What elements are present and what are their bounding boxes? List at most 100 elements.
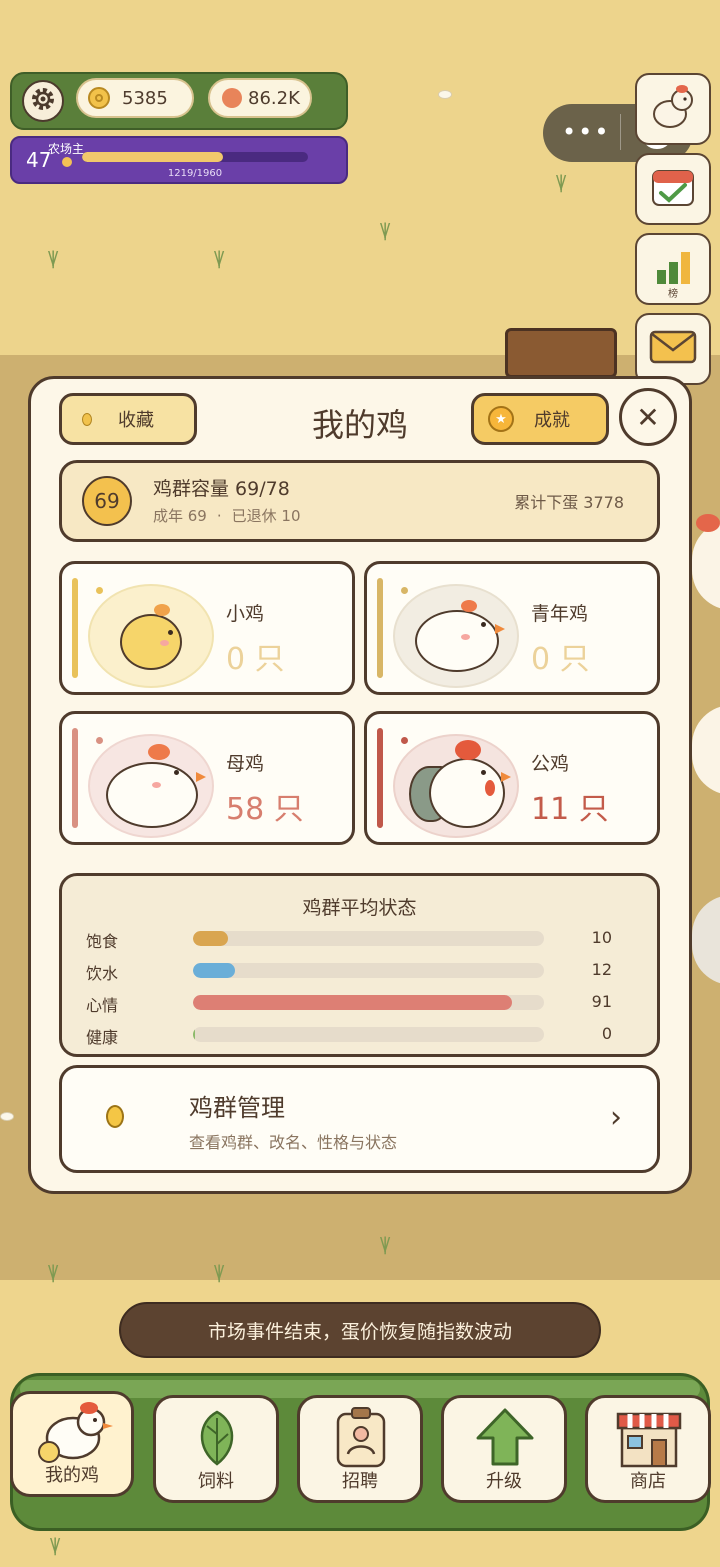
- type-name: 青年鸡: [531, 603, 589, 625]
- comb-icon: [148, 744, 170, 760]
- nav-shop[interactable]: 商店: [585, 1395, 711, 1503]
- nav-label: 升级: [486, 1471, 522, 1492]
- stat-label-water: 饮水: [86, 964, 119, 983]
- daily-checkin-button[interactable]: [635, 153, 711, 225]
- nav-label: 商店: [630, 1471, 666, 1492]
- chick-type-card[interactable]: 小鸡 0 只: [59, 561, 355, 695]
- stat-value-health: 0: [601, 1024, 612, 1043]
- pebble: [0, 1112, 14, 1121]
- stat-value-satiety: 10: [591, 928, 612, 947]
- management-title: 鸡群管理: [189, 1094, 285, 1122]
- coin-icon: [88, 87, 110, 109]
- favorites-button[interactable]: 收藏: [59, 393, 197, 445]
- hen-type-card[interactable]: 母鸡 58 只: [59, 711, 355, 845]
- health-bar: [193, 1027, 544, 1042]
- status-title: 鸡群平均状态: [302, 897, 417, 919]
- capacity-title: 鸡群容量 69/78: [153, 478, 290, 500]
- accent-dot: [401, 737, 408, 744]
- xp-text: 1219/1960: [167, 168, 223, 179]
- type-count: 58 只: [226, 792, 304, 827]
- capacity-breakdown: 成年 69 · 已退休 10: [153, 505, 301, 526]
- egg-amount: 86.2K: [248, 87, 300, 109]
- mail-button[interactable]: [635, 313, 711, 385]
- close-button[interactable]: ✕: [619, 388, 677, 446]
- capsule-divider: [620, 114, 621, 150]
- type-count: 0 只: [531, 642, 590, 677]
- beak-icon: [495, 624, 505, 634]
- leaderboard-button[interactable]: 榜: [635, 233, 711, 305]
- accent-dot: [96, 587, 103, 594]
- stat-label-satiety: 饱食: [86, 932, 119, 951]
- satiety-bar: [193, 931, 544, 946]
- grass-decoration: \|/: [380, 1234, 390, 1255]
- up-arrow-icon: [474, 1406, 536, 1472]
- stat-label-health: 健康: [86, 1028, 119, 1047]
- comb-icon: [461, 600, 477, 612]
- nav-upgrade[interactable]: 升级: [441, 1395, 567, 1503]
- young-chicken-portrait: [393, 584, 519, 688]
- flock-management-button[interactable]: [59, 1065, 660, 1173]
- player-title: 农场主: [48, 142, 85, 156]
- chicken-icon: [646, 80, 700, 138]
- beak-icon: [196, 772, 206, 782]
- egg-currency-icon: [222, 88, 242, 108]
- management-subtitle: 查看鸡群、改名、性格与状态: [189, 1133, 398, 1152]
- card-accent: [377, 578, 383, 678]
- leaf-icon: [192, 1408, 242, 1472]
- coin-counter[interactable]: 5385: [76, 78, 194, 118]
- nav-my-chickens[interactable]: 我的鸡: [10, 1391, 134, 1497]
- accent-dot: [401, 587, 408, 594]
- leaderboard-label: 榜: [668, 289, 678, 300]
- nav-label: 饲料: [198, 1471, 234, 1492]
- nav-feed[interactable]: 饲料: [153, 1395, 279, 1503]
- chick-icon: [120, 614, 182, 670]
- achievements-label: 成就: [534, 410, 570, 431]
- grass-decoration: \|/: [214, 1262, 224, 1283]
- star-icon: ★: [488, 406, 514, 432]
- beak-icon: [501, 772, 511, 782]
- more-menu-button[interactable]: •••: [562, 118, 610, 146]
- pebble: [438, 90, 452, 99]
- nav-recruit[interactable]: 招聘: [297, 1395, 423, 1503]
- grass-decoration: \|/: [48, 248, 58, 269]
- type-count: 11 只: [531, 792, 609, 827]
- chicken-icon: [35, 1398, 115, 1468]
- stat-value-mood: 91: [591, 992, 612, 1011]
- card-accent: [377, 728, 383, 828]
- egg-icon: [82, 412, 92, 426]
- type-count: 0 只: [226, 642, 285, 677]
- wattle-icon: [485, 780, 495, 796]
- rooster-type-card[interactable]: 公鸡 11 只: [364, 711, 660, 845]
- hen-portrait: [88, 734, 214, 838]
- chicken-cheek: [461, 634, 470, 640]
- type-name: 母鸡: [226, 753, 265, 775]
- grass-decoration: \|/: [380, 220, 390, 241]
- chicken-comb-decoration: [696, 514, 720, 532]
- gear-icon: [28, 84, 58, 118]
- card-accent: [72, 728, 78, 828]
- chick-eye: [168, 630, 173, 635]
- favorites-label: 收藏: [118, 410, 154, 431]
- settings-button[interactable]: [22, 80, 64, 122]
- stat-fill: [193, 995, 513, 1010]
- coin-amount: 5385: [122, 87, 168, 109]
- grass-decoration: \|/: [50, 1535, 60, 1556]
- chicken-eye: [481, 770, 486, 775]
- chevron-right-icon[interactable]: ›: [610, 1100, 622, 1135]
- comb-icon: [455, 740, 481, 760]
- egg-counter[interactable]: 86.2K: [208, 78, 312, 118]
- chicken-gallery-button[interactable]: [635, 73, 711, 145]
- envelope-icon: [648, 327, 698, 371]
- mood-bar: [193, 995, 544, 1010]
- golden-egg-icon: [106, 1105, 124, 1128]
- grass-decoration: \|/: [48, 1262, 58, 1283]
- shop-icon: [614, 1406, 684, 1472]
- panel-title: 我的鸡: [311, 406, 408, 444]
- hen-icon: [106, 762, 198, 828]
- chick-cheek: [160, 640, 169, 646]
- level-dot-icon: [62, 157, 72, 167]
- calendar-icon: [647, 161, 699, 217]
- achievements-button[interactable]: ★ 成就: [471, 393, 609, 445]
- young-chicken-type-card[interactable]: 青年鸡 0 只: [364, 561, 660, 695]
- adult-count: 成年 69: [153, 507, 207, 525]
